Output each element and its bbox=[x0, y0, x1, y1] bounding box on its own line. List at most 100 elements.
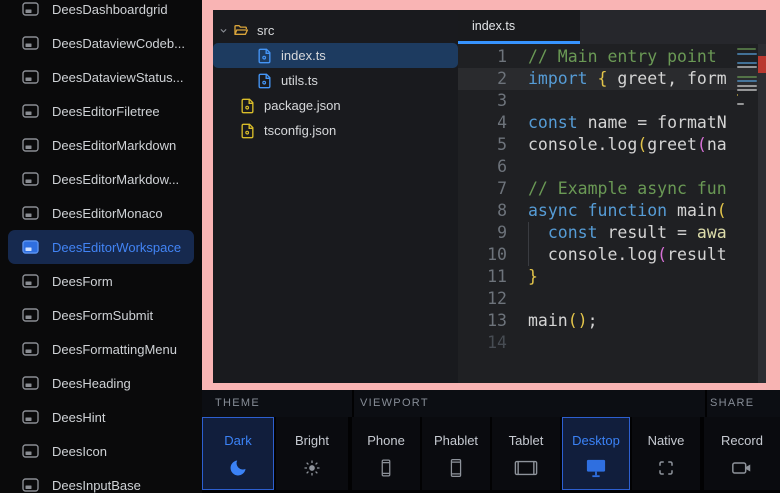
tree-item[interactable]: utils.ts bbox=[213, 68, 458, 93]
component-window-icon bbox=[22, 206, 39, 220]
line-text: // Main entry point bbox=[507, 47, 717, 66]
sidebar-item[interactable]: DeesInputBase bbox=[0, 468, 202, 493]
sidebar-item-label: DeesDashboardgrid bbox=[52, 2, 168, 17]
line-text: const name = formatN bbox=[507, 113, 727, 132]
editor-workspace-demo: src index.ts utils.ts package.json tscon… bbox=[213, 10, 766, 383]
folder-open-icon bbox=[233, 23, 249, 39]
sidebar-item[interactable]: DeesEditorMonaco bbox=[0, 196, 202, 230]
component-window-icon bbox=[22, 36, 39, 50]
code-line[interactable]: 12 bbox=[458, 288, 766, 310]
minimap-line bbox=[737, 80, 757, 82]
button-label: Native bbox=[648, 433, 685, 448]
code-line[interactable]: 7// Example async fun bbox=[458, 178, 766, 200]
sidebar-item[interactable]: DeesIcon bbox=[0, 434, 202, 468]
sidebar-item-label: DeesDataviewStatus... bbox=[52, 70, 184, 85]
line-text: import { greet, form bbox=[507, 69, 727, 88]
demo-frame: src index.ts utils.ts package.json tscon… bbox=[202, 0, 780, 390]
chevron-down-icon bbox=[218, 26, 229, 35]
sidebar-item[interactable]: DeesHeading bbox=[0, 366, 202, 400]
phone-icon bbox=[376, 457, 396, 479]
sidebar-item[interactable]: DeesDashboardgrid bbox=[0, 0, 202, 26]
component-window-icon bbox=[22, 308, 39, 322]
sidebar-item[interactable]: DeesFormSubmit bbox=[0, 298, 202, 332]
tree-item-label: utils.ts bbox=[281, 73, 318, 88]
line-text bbox=[507, 289, 528, 308]
record-camera-icon bbox=[731, 457, 753, 479]
code-line[interactable]: 10 console.log(result bbox=[458, 244, 766, 266]
dark-button[interactable]: Dark bbox=[202, 417, 274, 490]
editor-tab-bar: index.ts bbox=[458, 10, 766, 44]
component-window-icon bbox=[22, 70, 39, 84]
component-window-icon bbox=[22, 376, 39, 390]
sidebar-item[interactable]: DeesFormattingMenu bbox=[0, 332, 202, 366]
toolbar-buttons: DarkBright Phone Phablet Tablet Desktop … bbox=[202, 417, 780, 490]
component-window-icon bbox=[22, 2, 39, 16]
sidebar-item-label: DeesEditorMarkdown bbox=[52, 138, 176, 153]
native-fullscreen-icon bbox=[657, 457, 675, 479]
line-number: 8 bbox=[458, 200, 507, 222]
code-line[interactable]: 3 bbox=[458, 90, 766, 112]
line-text: } bbox=[507, 267, 538, 286]
phone-button[interactable]: Phone bbox=[352, 417, 420, 490]
editor-scrollbar[interactable] bbox=[758, 44, 766, 383]
line-number: 4 bbox=[458, 112, 507, 134]
desktop-button[interactable]: Desktop bbox=[562, 417, 630, 490]
code-line[interactable]: 4const name = formatN bbox=[458, 112, 766, 134]
sidebar-item-label: DeesFormattingMenu bbox=[52, 342, 177, 357]
sidebar-item[interactable]: DeesEditorMarkdown bbox=[0, 128, 202, 162]
tab-index-ts[interactable]: index.ts bbox=[458, 10, 580, 44]
sidebar-item[interactable]: DeesForm bbox=[0, 264, 202, 298]
code-area[interactable]: 1// Main entry point2import { greet, for… bbox=[458, 44, 766, 383]
line-number: 2 bbox=[458, 68, 507, 90]
code-line[interactable]: 1// Main entry point bbox=[458, 46, 766, 68]
code-line[interactable]: 5console.log(greet(na bbox=[458, 134, 766, 156]
phablet-button[interactable]: Phablet bbox=[422, 417, 490, 490]
moon-icon bbox=[228, 457, 248, 479]
line-text: console.log(result bbox=[507, 245, 727, 264]
tree-item[interactable]: tsconfig.json bbox=[213, 118, 458, 143]
sidebar-item[interactable]: DeesEditorFiletree bbox=[0, 94, 202, 128]
minimap-line bbox=[737, 89, 757, 91]
tablet-button[interactable]: Tablet bbox=[492, 417, 560, 490]
line-text bbox=[507, 157, 528, 176]
code-line[interactable]: 8async function main( bbox=[458, 200, 766, 222]
tree-item[interactable]: index.ts bbox=[213, 43, 458, 68]
code-line[interactable]: 6 bbox=[458, 156, 766, 178]
minimap[interactable] bbox=[735, 44, 758, 383]
sidebar-item[interactable]: DeesHint bbox=[0, 400, 202, 434]
record-button[interactable]: Record bbox=[704, 417, 780, 490]
minimap-line bbox=[737, 53, 757, 55]
tree-item[interactable]: package.json bbox=[213, 93, 458, 118]
tree-item[interactable]: src bbox=[213, 18, 458, 43]
code-line[interactable]: 11} bbox=[458, 266, 766, 288]
line-number: 12 bbox=[458, 288, 507, 310]
line-text: const result = awa bbox=[507, 223, 727, 242]
sidebar-item[interactable]: DeesEditorMarkdow... bbox=[0, 162, 202, 196]
button-label: Dark bbox=[224, 433, 251, 448]
code-line[interactable]: 14 bbox=[458, 332, 766, 354]
native-button[interactable]: Native bbox=[632, 417, 700, 490]
code-line[interactable]: 2import { greet, form bbox=[458, 68, 766, 90]
tab-label: index.ts bbox=[472, 19, 515, 33]
bright-button[interactable]: Bright bbox=[276, 417, 348, 490]
sidebar-item[interactable]: DeesDataviewStatus... bbox=[0, 60, 202, 94]
button-label: Tablet bbox=[509, 433, 544, 448]
toolbar-section-label: SHARE bbox=[710, 397, 754, 409]
ts-file-icon bbox=[257, 73, 273, 89]
line-number: 6 bbox=[458, 156, 507, 178]
sidebar-item[interactable]: DeesEditorWorkspace bbox=[8, 230, 194, 264]
line-number: 5 bbox=[458, 134, 507, 156]
line-text bbox=[507, 91, 528, 110]
sidebar-item-label: DeesEditorWorkspace bbox=[52, 240, 181, 255]
sidebar-item-label: DeesEditorMonaco bbox=[52, 206, 163, 221]
sidebar-item-label: DeesFormSubmit bbox=[52, 308, 153, 323]
tree-item-label: src bbox=[257, 23, 274, 38]
code-line[interactable]: 13main(); bbox=[458, 310, 766, 332]
line-number: 10 bbox=[458, 244, 507, 266]
component-window-icon bbox=[22, 240, 39, 254]
code-line[interactable]: 9 const result = awa bbox=[458, 222, 766, 244]
json-file-icon bbox=[240, 98, 256, 114]
sidebar-item[interactable]: DeesDataviewCodeb... bbox=[0, 26, 202, 60]
button-label: Desktop bbox=[572, 433, 620, 448]
minimap-line bbox=[737, 94, 738, 96]
